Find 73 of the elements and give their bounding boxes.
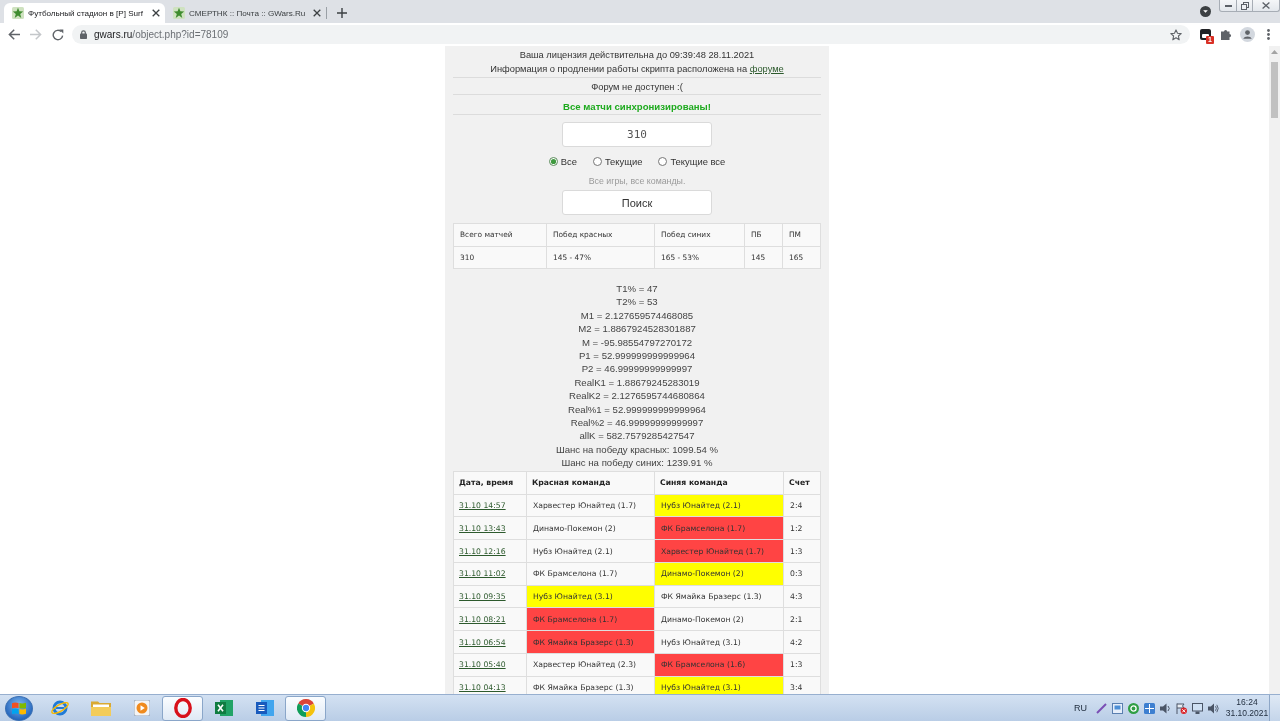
search-button[interactable]: Поиск [562,190,712,215]
browser-tab[interactable]: СМЕРТНК :: Почта :: GWars.Ru [165,3,326,23]
browser-tab[interactable]: Футбольный стадион в [P] Surf [4,3,165,23]
minimize-button[interactable] [1219,0,1237,12]
stats-line: P2 = 46.99999999999997 [581,362,693,376]
lock-icon[interactable] [80,30,87,39]
back-arrow-icon [8,29,20,40]
stats-line: RealK1 = 1.88679245283019 [574,375,700,390]
puzzle-icon [1221,29,1232,40]
spreadsheet-icon [214,699,233,717]
restore-icon [1240,1,1249,10]
stats-line: Real%1 = 52.999999999999964 [568,402,706,417]
scrollbar[interactable] [1269,46,1280,694]
stats-line: M = -95.98554797270172 [581,335,693,350]
language-indicator[interactable]: RU [1074,703,1087,713]
taskbar-app-button[interactable] [162,695,203,721]
stats-line: Real%2 = 46.99999999999997 [570,416,704,430]
filter-hint-text: Все игры, все команды. [587,175,687,187]
stats-line: M1 = 2.127659574468085 [580,308,694,323]
stats-line: M2 = 1.8867924528301887 [578,322,696,336]
address-field[interactable]: gwars.ru/object.php?id=78109 [72,25,1190,44]
filter-radio[interactable]: Текущие все [658,155,726,167]
forward-arrow-icon [30,29,42,40]
volume-icon[interactable] [1208,702,1219,714]
close-icon[interactable] [313,9,321,17]
play-icon [133,700,150,716]
stats-line: P1 = 52.999999999999964 [578,349,695,363]
stats-line: RealK2 = 2.1276595744680864 [569,389,705,403]
star-icon [173,7,185,19]
clock-date: 31.10.2021 [1225,708,1269,719]
stats-line: T2% = 53 [616,295,658,309]
plus-icon [337,8,347,18]
forum-status-text: Форум не доступен :( [591,81,683,94]
avatar-icon [1240,27,1255,42]
filter-radio[interactable]: Текущие [592,155,643,167]
flag-icon [12,701,26,715]
profile-button[interactable] [1237,24,1258,45]
close-icon [1262,2,1270,9]
license-text: Ваша лицензия действительна до 09:39:48 28.11.2021 [519,49,755,62]
scrollbar-thumb[interactable] [1271,62,1278,118]
renewal-info-text: Информация о продлении работы скрипта расположена на форуме [490,63,784,76]
orbit-globe-icon [49,699,70,717]
speaker-icon[interactable] [1160,702,1171,714]
clock-time: 16:24 [1236,697,1258,708]
taskbar-app-button[interactable] [285,695,326,721]
minimize-icon [1224,4,1232,7]
stats-line: allK = 582.7579285427547 [579,429,695,443]
sync-circle-icon[interactable] [1128,702,1139,714]
stats-line: Шанс на победу красных: 1099.54 % [555,442,719,457]
filter-radio[interactable]: Все [548,155,577,167]
window-icon[interactable] [1112,702,1123,714]
extension-icon [1200,29,1211,40]
stats-line: T1% = 47 [616,282,658,296]
forum-link[interactable]: форуме [749,64,784,74]
menu-icon [1267,29,1270,40]
bookmark-star-icon[interactable] [1170,28,1182,41]
stats-line: Шанс на победу синих: 1239.91 % [561,456,713,470]
ring-icon [173,698,192,718]
star-icon [12,7,24,19]
close-window-button[interactable] [1252,0,1280,12]
circle-logo-icon [296,699,315,717]
folder-icon [90,700,111,716]
tab-search-icon[interactable] [1200,6,1211,17]
grid-icon[interactable] [1144,702,1155,714]
monitor-icon[interactable] [1192,702,1203,714]
start-button[interactable] [5,695,33,721]
close-icon[interactable] [152,9,160,17]
pen-icon[interactable] [1096,702,1107,714]
match-count-field[interactable]: 310 [562,122,712,147]
document-icon [255,699,274,717]
sync-status-text: Все матчи синхронизированы! [563,100,711,114]
reload-icon [52,28,64,41]
flag-error-icon[interactable] [1176,702,1187,714]
